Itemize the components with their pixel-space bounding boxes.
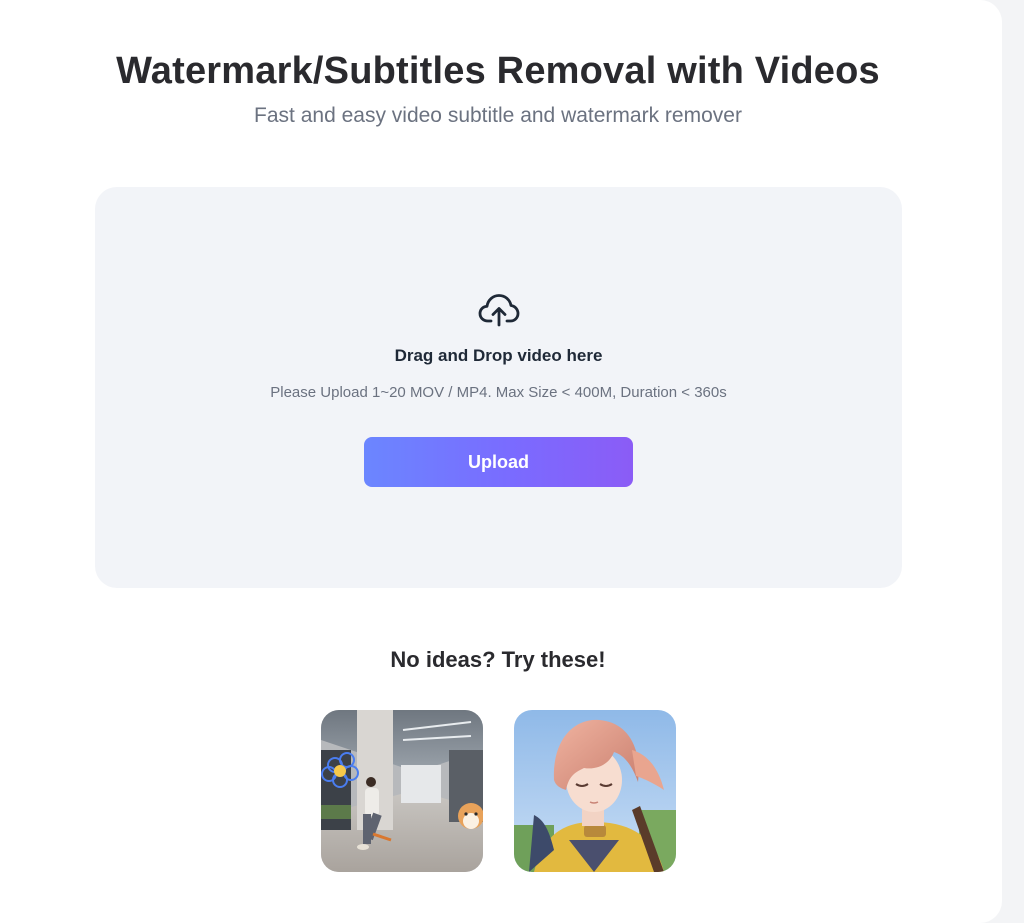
video-dropzone[interactable]: Drag and Drop video here Please Upload 1… (95, 187, 902, 588)
sample-thumbnail-anime[interactable] (514, 710, 676, 872)
anime-character-image (514, 710, 676, 872)
upload-button[interactable]: Upload (364, 437, 633, 487)
cloud-upload-icon (478, 294, 520, 327)
dropzone-hint: Please Upload 1~20 MOV / MP4. Max Size <… (270, 384, 727, 401)
main-panel: Watermark/Subtitles Removal with Videos … (0, 0, 1002, 923)
page-title: Watermark/Subtitles Removal with Videos (116, 50, 880, 92)
corridor-scene-image (321, 710, 483, 872)
dropzone-heading: Drag and Drop video here (394, 346, 603, 365)
samples-heading: No ideas? Try these! (390, 647, 606, 672)
page-subtitle: Fast and easy video subtitle and waterma… (254, 104, 742, 127)
sample-thumbnail-corridor[interactable] (321, 710, 483, 872)
